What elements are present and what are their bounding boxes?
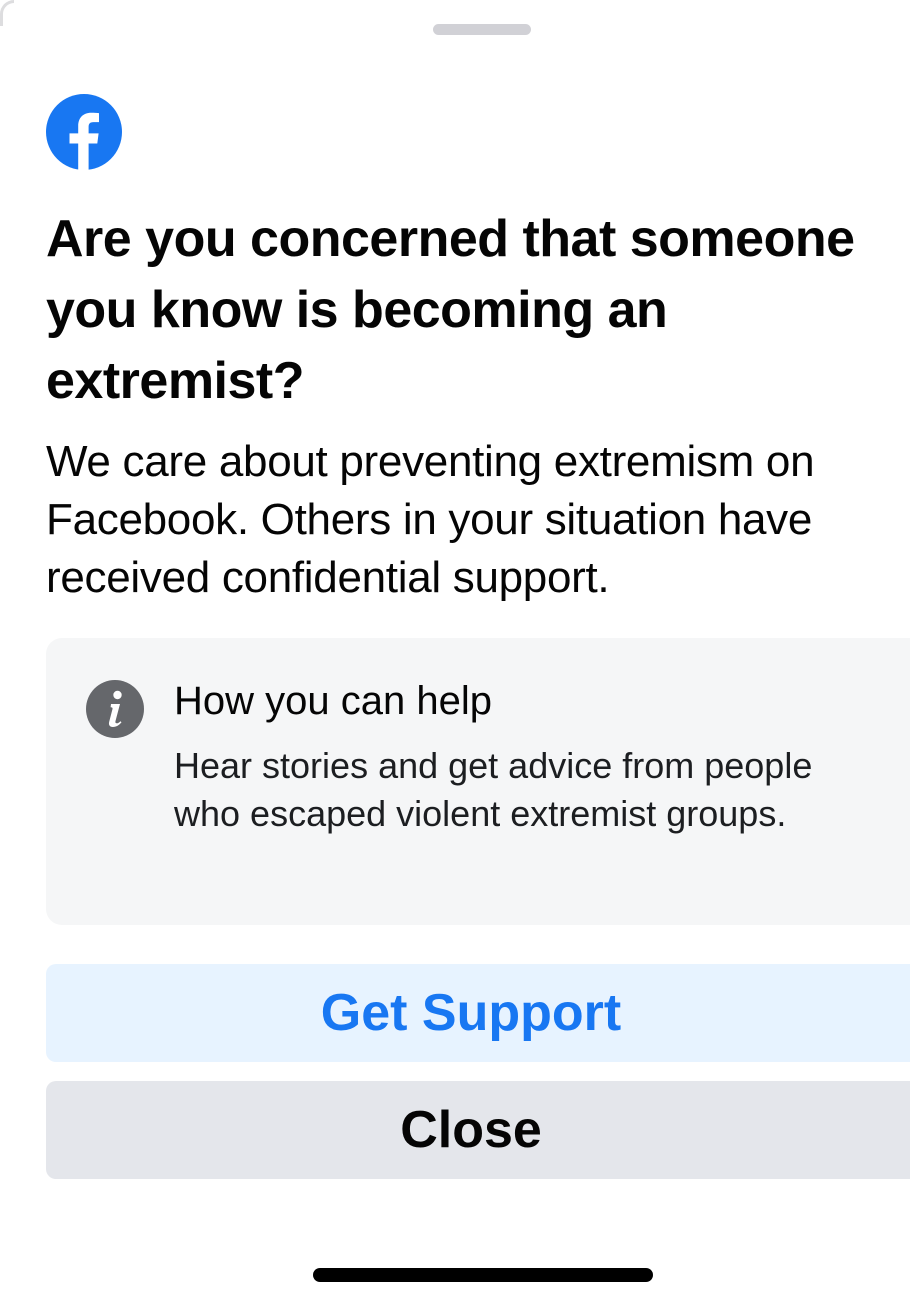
close-button[interactable]: Close [46,1081,910,1179]
info-card: How you can help Hear stories and get ad… [46,638,910,925]
facebook-logo-icon [46,94,122,170]
dialog-subtitle: We care about preventing extremism on Fa… [46,437,815,602]
sheet-grabber-handle[interactable] [433,24,531,35]
info-card-heading: How you can help [174,679,492,723]
sheet-corner [0,0,14,26]
info-card-body: Hear stories and get advice from people … [174,745,813,834]
home-indicator [313,1268,653,1282]
dialog-title: Are you concerned that someone you know … [46,210,855,410]
bottom-sheet-dialog: Are you concerned that someone you know … [0,0,910,1295]
info-icon [86,680,144,738]
get-support-button[interactable]: Get Support [46,964,910,1062]
